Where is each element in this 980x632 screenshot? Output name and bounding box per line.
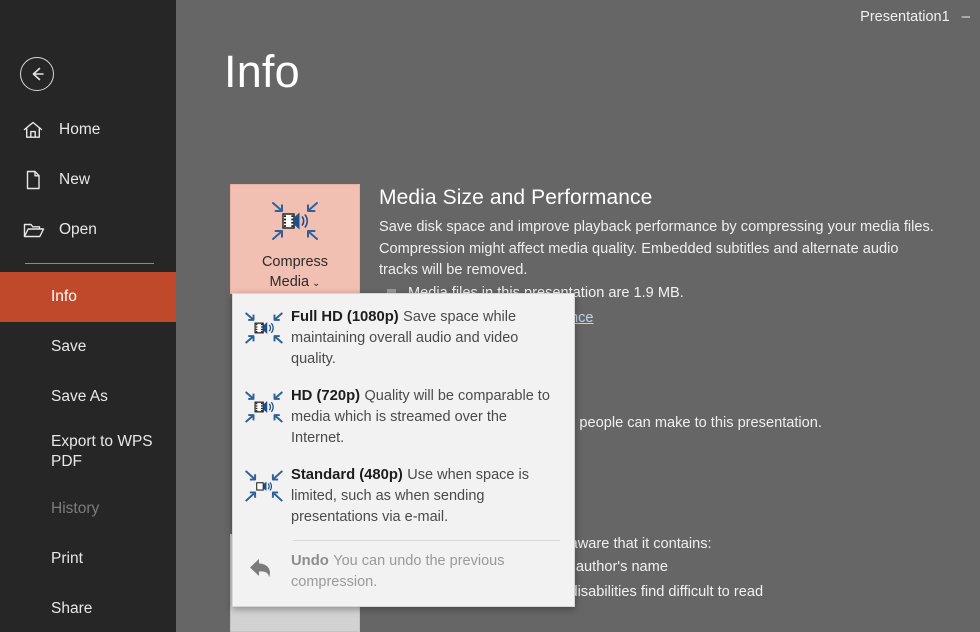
menu-item-title: Undo [291,553,329,569]
sidebar-item-home[interactable]: Home [0,105,176,155]
section-heading: Media Size and Performance [379,186,653,209]
menu-item-undo: Undo You can undo the previous compressi… [233,544,574,602]
menu-item-title: HD (720p) [291,388,361,404]
menu-item-text: Standard (480p) Use when space is limite… [287,465,560,528]
compress-media-label: Compress Media ⌄ [262,252,328,294]
sidebar-item-save[interactable]: Save [0,322,176,372]
sidebar-item-label: Save [51,338,87,355]
compress-media-dropdown-menu: Full HD (1080p) Save space while maintai… [232,293,575,607]
menu-item-full-hd[interactable]: Full HD (1080p) Save space while maintai… [233,300,574,379]
sidebar-item-label: Save As [51,388,108,405]
sidebar-item-label: Print [51,550,83,567]
sidebar-item-label: Home [59,121,101,138]
sidebar-item-info[interactable]: Info [0,272,176,322]
compress-media-icon [269,199,321,248]
sidebar-item-label: History [51,500,100,517]
backstage-nav: Home New Open Info Save Save As Export t… [0,105,176,632]
page-title: Info [224,46,300,97]
section-body: Save disk space and improve playback per… [379,219,934,278]
folder-icon [22,218,48,242]
compress-media-label-line1: Compress [261,254,329,270]
menu-item-text: Undo You can undo the previous compressi… [287,551,560,593]
menu-item-title: Full HD (1080p) [291,309,399,325]
menu-item-title: Standard (480p) [291,467,403,483]
window-titlebar: Presentation1 – [860,8,970,25]
sidebar-item-label: Open [59,221,97,238]
menu-item-text: Full HD (1080p) Save space while maintai… [287,307,560,370]
media-size-and-performance-section: Media Size and Performance Save disk spa… [379,186,939,282]
sidebar-item-history: History [0,484,176,534]
sidebar-item-print[interactable]: Print [0,534,176,584]
undo-icon [241,551,287,585]
sidebar-item-label: Export to WPS PDF [51,433,153,470]
sidebar-item-save-as[interactable]: Save As [0,372,176,422]
menu-item-hd[interactable]: HD (720p) Quality will be comparable to … [233,379,574,458]
sidebar-item-share[interactable]: Share [0,584,176,632]
menu-item-standard[interactable]: Standard (480p) Use when space is limite… [233,458,574,537]
page-icon [22,168,48,192]
chevron-down-icon[interactable]: ⌄ [312,278,320,289]
home-icon [22,118,48,142]
sidebar-divider [25,263,154,264]
compress-media-label-line2: Media [269,274,310,290]
sidebar-item-export-to-wps-pdf[interactable]: Export to WPS PDF [0,422,176,484]
menu-divider [293,540,560,541]
sidebar-item-label: Share [51,600,93,617]
powerpoint-backstage-window: Home New Open Info Save Save As Export t… [0,0,980,632]
sidebar-item-label: New [59,171,91,188]
backstage-sidebar: Home New Open Info Save Save As Export t… [0,0,176,632]
minimize-button[interactable]: – [962,8,970,25]
sidebar-item-new[interactable]: New [0,155,176,205]
compress-media-icon [241,307,287,347]
compress-media-icon [241,386,287,426]
compress-media-button[interactable]: Compress Media ⌄ [230,184,360,294]
sidebar-item-open[interactable]: Open [0,205,176,255]
compress-media-icon [241,465,287,505]
sidebar-item-label: Info [51,288,77,305]
document-title: Presentation1 [860,8,950,25]
back-arrow-icon[interactable] [20,57,54,91]
menu-item-text: HD (720p) Quality will be comparable to … [287,386,560,449]
